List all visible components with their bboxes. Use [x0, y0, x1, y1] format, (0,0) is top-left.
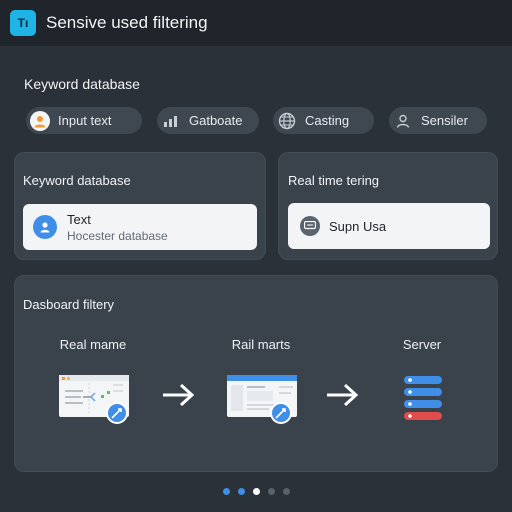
pager-dots: [0, 488, 512, 495]
panel-title: Real time tering: [288, 173, 380, 188]
card-title: Text: [67, 211, 91, 227]
person-icon: [393, 111, 413, 131]
step-label: Rail marts: [231, 337, 291, 352]
bar-chart-icon: [161, 111, 181, 131]
chip-label: Sensiler: [421, 113, 468, 128]
chip-row: Input text Gatboate Casting Sensiler: [26, 107, 496, 135]
chip-gatboate[interactable]: Gatboate: [157, 107, 259, 134]
panel-title: Dasboard filtery: [23, 297, 115, 312]
panel-title: Keyword database: [23, 173, 131, 188]
chip-label: Gatboate: [189, 113, 243, 128]
app-logo: Tı: [10, 10, 36, 36]
arrow-right-icon: [325, 382, 359, 413]
chip-label: Casting: [305, 113, 350, 128]
app-title: Sensive used filtering: [46, 13, 208, 32]
server-stack-icon[interactable]: [401, 373, 445, 423]
person-circle-icon: [33, 215, 57, 239]
title-bar: Tı Sensive used filtering: [0, 0, 512, 46]
browser-window-icon[interactable]: [225, 373, 299, 425]
keyword-database-panel: Keyword database Text Hocester database: [14, 152, 266, 260]
keyword-card[interactable]: Text Hocester database: [23, 204, 257, 250]
arrow-right-icon: [161, 382, 195, 413]
user-icon: [30, 110, 50, 131]
step-label: Real mame: [59, 337, 127, 352]
chip-casting[interactable]: Casting: [273, 107, 374, 134]
card-subtitle: Hocester database: [67, 228, 168, 243]
pager-dot[interactable]: [267, 488, 275, 495]
realtime-card[interactable]: Supn Usa: [288, 203, 490, 249]
document-filter-icon[interactable]: [57, 373, 131, 425]
dashboard-panel: Dasboard filtery Real mame Rail marts Se…: [14, 275, 498, 472]
realtime-panel: Real time tering Supn Usa: [278, 152, 498, 260]
chip-input-text[interactable]: Input text: [26, 107, 142, 134]
pager-dot-active[interactable]: [252, 488, 260, 495]
step-label: Server: [402, 337, 442, 352]
chip-sensiler[interactable]: Sensiler: [389, 107, 487, 134]
pager-dot[interactable]: [282, 488, 290, 495]
section-title-keyword: Keyword database: [24, 76, 140, 92]
globe-icon: [277, 111, 297, 131]
card-title: Supn Usa: [329, 218, 387, 234]
pager-dot[interactable]: [237, 488, 245, 495]
pager-dot[interactable]: [222, 488, 230, 495]
chat-icon: [300, 216, 320, 236]
chip-label: Input text: [58, 113, 112, 128]
